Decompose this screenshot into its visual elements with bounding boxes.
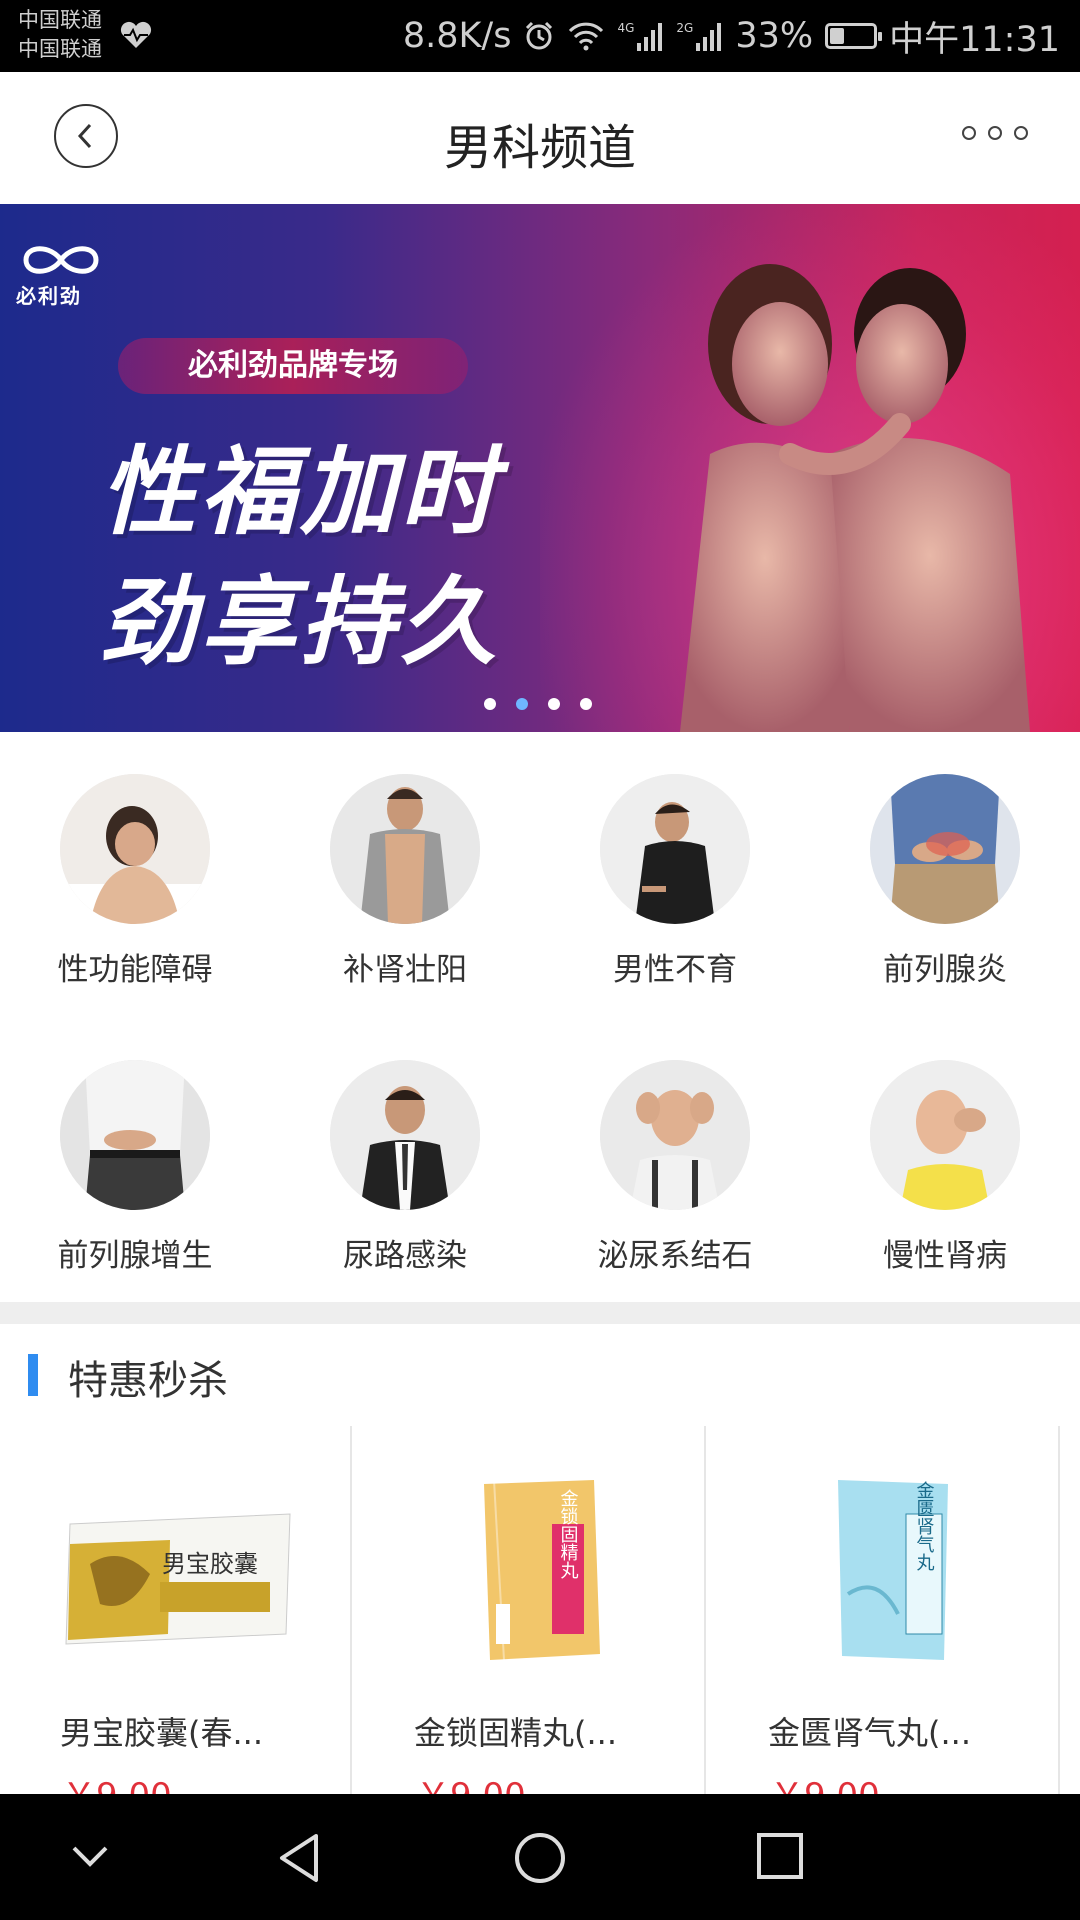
section-divider [0,1302,1080,1324]
product-price: ￥9.00 [416,1768,526,1794]
signal-icon [696,23,722,51]
category-item-prostate-hyperplasia[interactable]: 前列腺增生 [0,1060,270,1275]
carousel-dot[interactable] [548,698,560,710]
battery-level [830,28,845,44]
recent-square-icon[interactable] [756,1832,804,1880]
category-label: 前列腺增生 [57,1238,213,1274]
man-suit-icon [330,1060,480,1210]
flash-sale-title: 特惠秒杀 [68,1358,228,1404]
status-right: 8.8K/s 4G 2G 33% 中午11:31 [403,0,1060,72]
product-image: 金锁固精丸 [484,1479,600,1661]
product-price: ￥9.00 [62,1768,172,1794]
product-image: 男宝胶囊 [65,1513,291,1645]
infinity-logo-icon [23,246,99,274]
category-item-sexual-dysfunction[interactable]: 性功能障碍 [0,774,270,989]
category-item-prostatitis[interactable]: 前列腺炎 [810,774,1080,989]
carrier-info: 中国联通 中国联通 [18,6,102,64]
signal-4g: 4G [617,21,664,51]
battery-icon [825,23,883,49]
signal-icon [637,23,663,51]
more-icon-dot [988,126,1002,140]
promo-banner[interactable]: 必利劲 必利劲品牌专场 性福加时 劲享持久 [0,204,1080,732]
collapse-icon[interactable] [70,1842,110,1872]
product-box-text: 金匮肾气丸 [914,1481,935,1571]
product-card[interactable]: 金匮肾气丸 金匮肾气丸(... ￥9.00 [708,1426,1060,1794]
category-photo [330,1060,480,1210]
more-icon-dot [1014,126,1028,140]
wifi-icon [569,22,604,51]
network-speed: 8.8K/s [402,16,512,56]
product-price: ￥9.00 [770,1768,880,1794]
product-list: 男宝胶囊 男宝胶囊(春... ￥9.00 金锁固精丸 金锁固精丸(... ￥9.… [0,1426,1080,1794]
man-shirtless-icon [330,774,480,924]
back-pain-icon [870,774,1020,924]
page-title: 男科频道 [443,120,636,176]
brand-logo: 必利劲 [16,240,108,309]
product-name: 金锁固精丸(... [414,1714,618,1752]
category-label: 性功能障碍 [57,952,213,988]
category-label: 前列腺炎 [883,952,1007,988]
category-label: 慢性肾病 [883,1238,1007,1274]
category-grid: 性功能障碍 补肾壮阳 男性不育 前列腺炎 前列腺增生 尿路感染 泌尿系结石 慢性… [0,732,1080,1302]
more-icon-dot [962,126,976,140]
carrier-2: 中国联通 [18,37,102,61]
category-label: 男性不育 [613,952,737,988]
product-card[interactable]: 男宝胶囊 男宝胶囊(春... ￥9.00 [0,1426,352,1794]
alarm-icon [526,21,553,50]
banner-headline-2: 劲享持久 [100,566,500,678]
clock: 中午11:31 [889,19,1060,60]
section-accent-bar [28,1354,38,1396]
battery-percent: 33% [735,16,814,56]
category-label: 补肾壮阳 [343,952,467,988]
category-item-urinary-infection[interactable]: 尿路感染 [270,1060,540,1275]
product-name: 金匮肾气丸(... [768,1714,972,1752]
product-box-text: 男宝胶囊 [162,1550,258,1578]
more-button[interactable] [962,126,1028,140]
man-distressed-icon [60,774,210,924]
category-photo [60,774,210,924]
category-item-chronic-kidney[interactable]: 慢性肾病 [810,1060,1080,1275]
app-header: 男科频道 [0,72,1080,204]
category-photo [870,774,1020,924]
home-circle-icon[interactable] [514,1832,566,1884]
category-label: 尿路感染 [343,1238,467,1274]
couple-image [680,264,1030,732]
net-label-1: 4G [617,21,635,35]
category-item-urinary-stones[interactable]: 泌尿系结石 [540,1060,810,1275]
product-card[interactable]: 金锁固精丸 金锁固精丸(... ￥9.00 [354,1426,706,1794]
man-tired-icon [870,1060,1020,1210]
abdomen-pain-icon [60,1060,210,1210]
carrier-1: 中国联通 [18,8,102,32]
banner-pill: 必利劲品牌专场 [118,338,468,394]
man-sitting-icon [600,774,750,924]
man-headache-icon [600,1060,750,1210]
product-name: 男宝胶囊(春... [60,1714,264,1752]
status-bar: 中国联通 中国联通 8.8K/s 4G 2G 33% 中午11:31 [0,0,1080,72]
category-photo [600,774,750,924]
banner-headline-1: 性福加时 [100,436,500,548]
flash-sale-header: 特惠秒杀 [0,1324,1080,1427]
category-photo [600,1060,750,1210]
category-photo [870,1060,1020,1210]
category-photo [60,1060,210,1210]
carousel-dot[interactable] [516,698,528,710]
carousel-dot[interactable] [580,698,592,710]
carousel-dots [484,698,592,710]
carousel-dot[interactable] [484,698,496,710]
category-item-kidney-tonic[interactable]: 补肾壮阳 [270,774,540,989]
category-item-male-infertility[interactable]: 男性不育 [540,774,810,989]
back-triangle-icon[interactable] [276,1832,322,1884]
heart-rate-icon [120,21,152,48]
brand-name: 必利劲 [16,284,82,308]
signal-2g: 2G [676,21,723,51]
category-photo [330,774,480,924]
product-image: 金匮肾气丸 [838,1480,948,1660]
net-label-2: 2G [676,21,694,35]
system-nav-bar [0,1794,1080,1920]
category-label: 泌尿系结石 [597,1238,753,1274]
product-box-text: 金锁固精丸 [558,1489,579,1579]
